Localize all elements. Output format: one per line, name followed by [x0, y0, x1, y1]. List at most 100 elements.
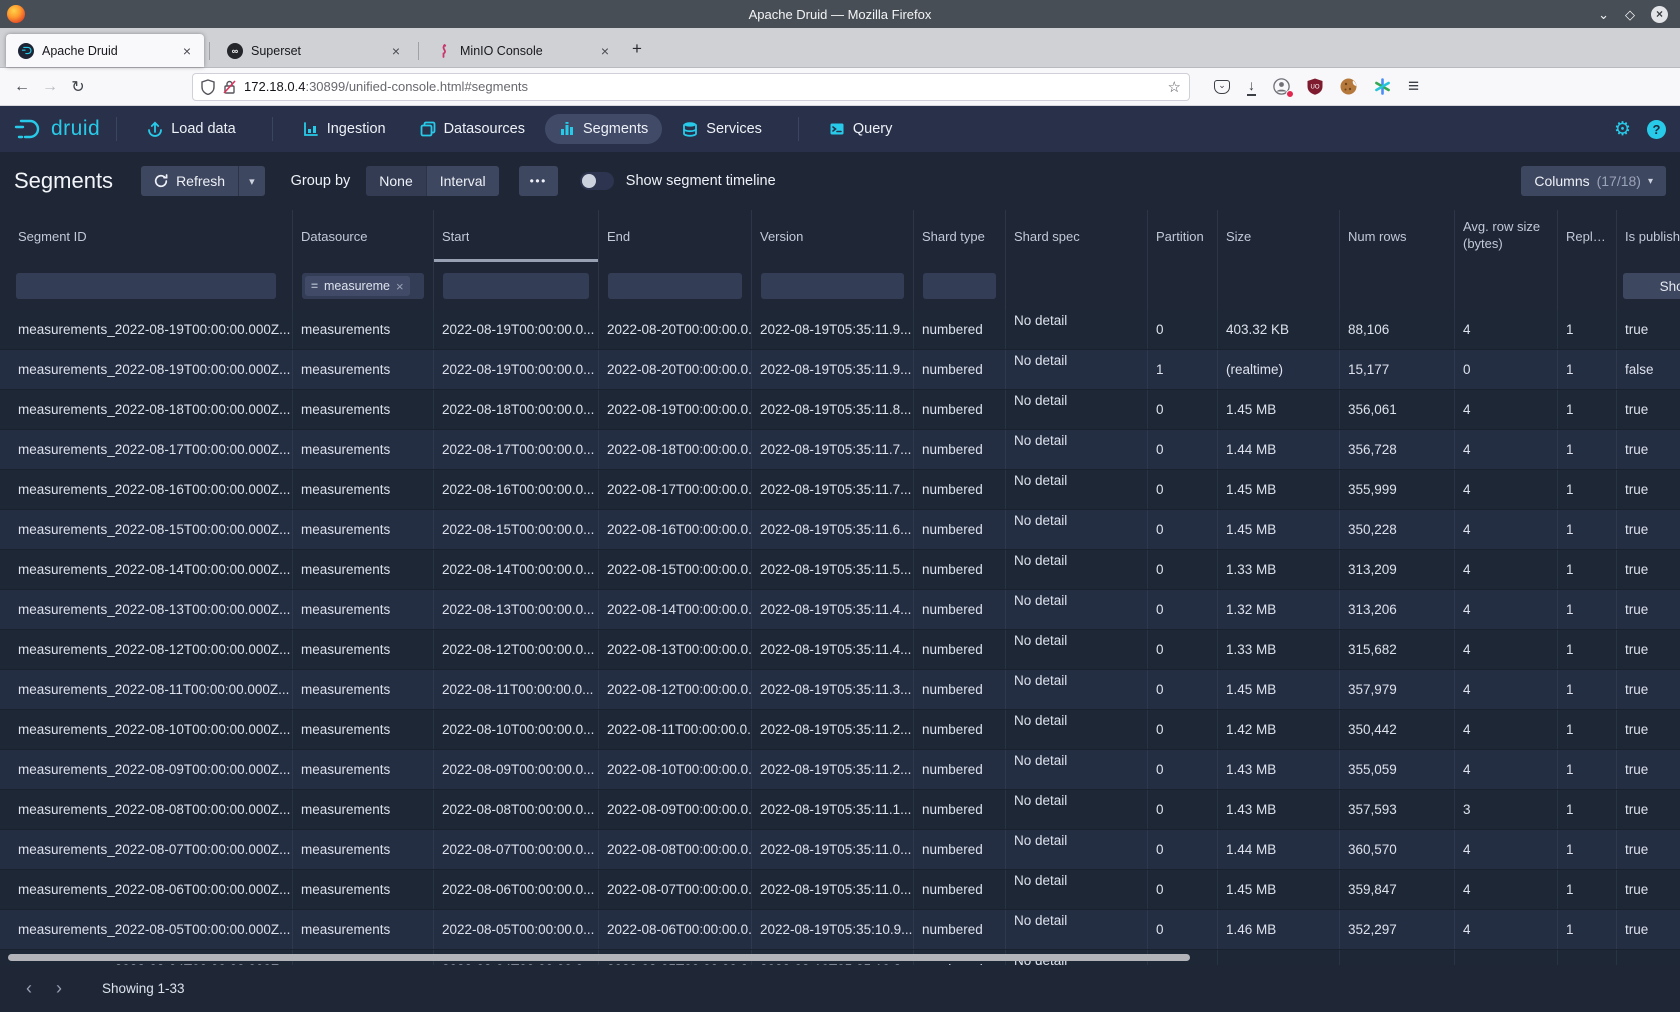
forward-button[interactable]: → [36, 78, 64, 96]
filter-input-end[interactable] [608, 273, 742, 299]
filter-input-shard-type[interactable] [923, 273, 996, 299]
help-button[interactable]: ? [1647, 120, 1666, 139]
column-header-version[interactable]: Version [752, 210, 914, 262]
filter-input-start[interactable] [443, 273, 589, 299]
column-header-end[interactable]: End [599, 210, 752, 262]
maximize-button[interactable]: ◇ [1625, 8, 1635, 21]
cell-segment-id[interactable]: measurements_2022-08-18T00:00:00.000Z... [0, 390, 293, 429]
table-row[interactable]: measurements_2022-08-05T00:00:00.000Z...… [0, 910, 1680, 950]
cell-segment-id[interactable]: measurements_2022-08-17T00:00:00.000Z... [0, 430, 293, 469]
column-header-start[interactable]: Start [434, 210, 599, 262]
column-header-avg-row-size[interactable]: Avg. row size (bytes) [1455, 210, 1558, 262]
cell-segment-id[interactable]: measurements_2022-08-14T00:00:00.000Z... [0, 550, 293, 589]
cell-segment-id[interactable]: measurements_2022-08-07T00:00:00.000Z... [0, 830, 293, 869]
table-row[interactable]: measurements_2022-08-11T00:00:00.000Z...… [0, 670, 1680, 710]
tab-close-button[interactable]: × [180, 43, 194, 59]
column-header-is-published[interactable]: Is published [1617, 210, 1680, 262]
columns-button[interactable]: Columns (17/18) ▾ [1521, 166, 1666, 196]
cell-segment-id[interactable]: measurements_2022-08-06T00:00:00.000Z... [0, 870, 293, 909]
group-by-interval-button[interactable]: Interval [427, 166, 499, 196]
cell-segment-id[interactable]: measurements_2022-08-19T00:00:00.000Z... [0, 310, 293, 349]
nav-item-datasources[interactable]: Datasources [406, 114, 539, 144]
filter-input-segment-id[interactable] [16, 273, 276, 299]
cookie-extension-icon[interactable] [1340, 78, 1357, 95]
column-header-shard-type[interactable]: Shard type [914, 210, 1006, 262]
filter-input-version[interactable] [761, 273, 904, 299]
close-button[interactable]: × [1651, 6, 1668, 23]
table-row[interactable]: measurements_2022-08-17T00:00:00.000Z...… [0, 430, 1680, 470]
nav-item-services[interactable]: Services [668, 114, 776, 144]
cell-segment-id[interactable]: measurements_2022-08-05T00:00:00.000Z... [0, 910, 293, 949]
table-row[interactable]: measurements_2022-08-09T00:00:00.000Z...… [0, 750, 1680, 790]
horizontal-scrollbar[interactable] [8, 954, 1190, 961]
cell-datasource: measurements [293, 510, 434, 549]
reload-button[interactable]: ↻ [64, 77, 92, 97]
druid-logo[interactable]: druid [14, 116, 100, 142]
table-row[interactable]: measurements_2022-08-14T00:00:00.000Z...… [0, 550, 1680, 590]
table-row[interactable]: measurements_2022-08-12T00:00:00.000Z...… [0, 630, 1680, 670]
column-header-datasource[interactable]: Datasource [293, 210, 434, 262]
nav-item-segments[interactable]: Segments [545, 114, 662, 144]
tab-minio-console[interactable]: MinIO Console × [424, 34, 622, 67]
previous-page-button[interactable]: ‹ [14, 974, 44, 1004]
minimize-button[interactable]: ⌄ [1598, 8, 1609, 21]
filter-input-datasource[interactable]: = measureme × [302, 273, 424, 299]
bookmark-star-icon[interactable]: ☆ [1168, 78, 1181, 96]
table-row[interactable]: measurements_2022-08-10T00:00:00.000Z...… [0, 710, 1680, 750]
nav-item-load-data[interactable]: Load data [133, 114, 250, 144]
account-extension-icon[interactable] [1273, 78, 1290, 95]
table-row[interactable]: measurements_2022-08-07T00:00:00.000Z...… [0, 830, 1680, 870]
cell-segment-id[interactable]: measurements_2022-08-15T00:00:00.000Z... [0, 510, 293, 549]
segment-timeline-toggle[interactable] [580, 172, 614, 190]
settings-gear-icon[interactable]: ⚙ [1614, 118, 1631, 140]
next-page-button[interactable]: › [44, 974, 74, 1004]
cell-segment-id[interactable]: measurements_2022-08-16T00:00:00.000Z... [0, 470, 293, 509]
nav-item-ingestion[interactable]: Ingestion [289, 114, 400, 144]
column-header-replicas[interactable]: Replicas [1558, 210, 1617, 262]
tab-apache-druid[interactable]: Apache Druid × [6, 34, 204, 67]
table-row[interactable]: measurements_2022-08-15T00:00:00.000Z...… [0, 510, 1680, 550]
tab-superset[interactable]: ∞ Superset × [215, 34, 413, 67]
cell-segment-id[interactable]: measurements_2022-08-10T00:00:00.000Z... [0, 710, 293, 749]
downloads-button[interactable]: ↓ [1247, 77, 1256, 96]
table-row[interactable]: measurements_2022-08-16T00:00:00.000Z...… [0, 470, 1680, 510]
tracking-shield-icon[interactable] [201, 79, 215, 95]
ublock-icon[interactable]: UO [1307, 78, 1323, 95]
cell-segment-id[interactable]: measurements_2022-08-12T00:00:00.000Z... [0, 630, 293, 669]
hamburger-menu-icon[interactable]: ≡ [1408, 76, 1419, 98]
table-row[interactable]: measurements_2022-08-08T00:00:00.000Z...… [0, 790, 1680, 830]
tab-close-button[interactable]: × [598, 43, 612, 59]
datasource-filter-tag[interactable]: = measureme × [305, 276, 410, 296]
refresh-caret-button[interactable]: ▾ [238, 166, 265, 196]
table-row[interactable]: measurements_2022-08-06T00:00:00.000Z...… [0, 870, 1680, 910]
more-options-button[interactable]: ••• [519, 166, 558, 196]
table-row[interactable]: measurements_2022-08-18T00:00:00.000Z...… [0, 390, 1680, 430]
table-row[interactable]: measurements_2022-08-19T00:00:00.000Z...… [0, 310, 1680, 350]
table-row[interactable]: measurements_2022-08-13T00:00:00.000Z...… [0, 590, 1680, 630]
columns-count: (17/18) [1597, 173, 1641, 189]
is-published-show-filter-button[interactable]: Show [1623, 273, 1680, 299]
nav-item-query[interactable]: Query [815, 114, 907, 144]
column-header-size[interactable]: Size [1218, 210, 1340, 262]
tab-close-button[interactable]: × [389, 43, 403, 59]
group-by-none-button[interactable]: None [366, 166, 425, 196]
column-header-segment-id[interactable]: Segment ID [0, 210, 293, 262]
column-header-partition[interactable]: Partition [1148, 210, 1218, 262]
column-header-num-rows[interactable]: Num rows [1340, 210, 1455, 262]
cell-segment-id[interactable]: measurements_2022-08-08T00:00:00.000Z... [0, 790, 293, 829]
pocket-button[interactable]: ⌄ [1214, 80, 1230, 94]
filter-tag-remove-icon[interactable]: × [396, 279, 404, 294]
cell-segment-id[interactable]: measurements_2022-08-13T00:00:00.000Z... [0, 590, 293, 629]
cell-segment-id[interactable]: measurements_2022-08-11T00:00:00.000Z... [0, 670, 293, 709]
refresh-button[interactable]: Refresh [141, 166, 238, 196]
new-tab-button[interactable]: + [632, 39, 642, 59]
url-text[interactable]: 172.18.0.4:30899/unified-console.html#se… [244, 79, 1168, 94]
column-header-shard-spec[interactable]: Shard spec [1006, 210, 1148, 262]
cell-segment-id[interactable]: measurements_2022-08-09T00:00:00.000Z... [0, 750, 293, 789]
table-row[interactable]: measurements_2022-08-19T00:00:00.000Z...… [0, 350, 1680, 390]
cell-segment-id[interactable]: measurements_2022-08-19T00:00:00.000Z... [0, 350, 293, 389]
back-button[interactable]: ← [8, 78, 36, 96]
extension-asterisk-icon[interactable] [1374, 78, 1391, 95]
url-bar[interactable]: 172.18.0.4:30899/unified-console.html#se… [192, 73, 1190, 101]
insecure-lock-icon[interactable] [223, 79, 236, 95]
